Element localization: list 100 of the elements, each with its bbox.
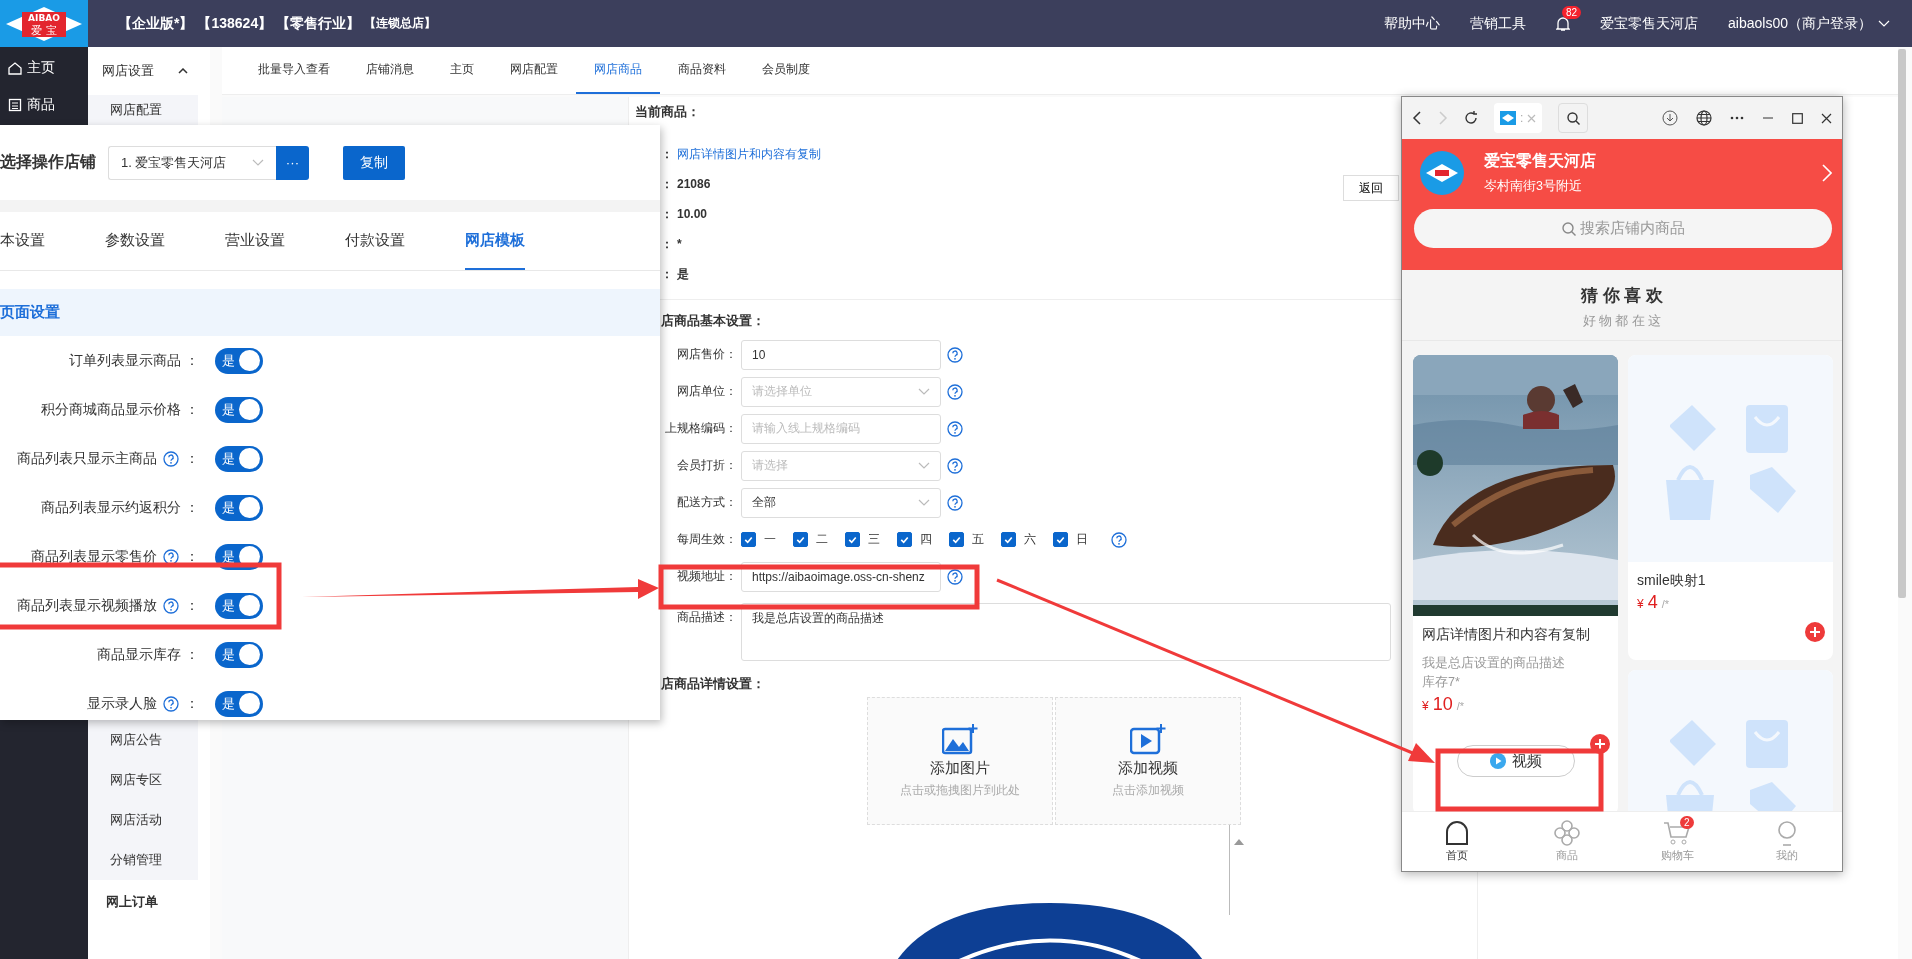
setting-label: 积分商城商品显示价格 [41, 400, 181, 419]
nav-item[interactable]: 分销管理 [88, 840, 198, 880]
section-subheading: 好 物 都 在 这 [1402, 313, 1842, 341]
page-tab[interactable]: 店铺消息 [348, 47, 432, 94]
header-tag: 【零售行业】 [276, 14, 361, 33]
colon: ： [185, 645, 199, 664]
header-tag: 【企业版*】 [118, 14, 194, 33]
toggle-switch[interactable]: 是 [215, 347, 263, 374]
settings-tab[interactable]: 参数设置 [105, 212, 165, 270]
field-value: 21086 [677, 177, 711, 191]
logo-drawing: AIBAO 爱 宝 [0, 0, 88, 47]
header-link[interactable]: 营销工具 [1470, 14, 1527, 33]
nav-item[interactable]: 网店专区 [88, 760, 198, 800]
field-label: 视频地址： [676, 568, 738, 585]
setting-label: 显示录人脸 [87, 694, 157, 713]
toggle-switch[interactable]: 是 [215, 396, 263, 423]
field-label: 网店单位： [676, 383, 738, 400]
colon: ： [185, 449, 199, 468]
colon: ： [185, 694, 199, 713]
more-button[interactable]: ··· [276, 145, 309, 180]
tab-bar-item[interactable]: 首页 [1402, 812, 1512, 871]
nav-section[interactable]: 网上订单 [88, 880, 210, 924]
field-label: ： [661, 265, 673, 283]
page-tab[interactable]: 会员制度 [744, 47, 828, 94]
day-label: 六 [1024, 531, 1036, 548]
back-button[interactable]: 返回 [1343, 175, 1399, 201]
header-tag: 【138624】 [197, 14, 273, 33]
field-label: 配送方式： [676, 494, 738, 511]
toggle-switch[interactable]: 是 [215, 445, 263, 472]
day-label: 五 [972, 531, 984, 548]
field-value: 是 [677, 265, 689, 283]
store-name[interactable]: 爱宝零售天河店 [1600, 14, 1699, 33]
day-label: 一 [764, 531, 776, 548]
colon: ： [185, 547, 199, 566]
setting-label: 商品列表只显示主商品 [17, 449, 157, 468]
settings-tab[interactable]: 付款设置 [345, 212, 405, 270]
product-card[interactable]: smile映射1 ¥ 4 /* [1628, 355, 1833, 660]
field-label: 每周生效： [676, 531, 738, 548]
nav-item[interactable]: 主页 [0, 49, 88, 86]
section-title: 店商品基本设置： [661, 312, 765, 330]
store-select[interactable]: 1. 爱宝零售天河店 [108, 145, 276, 180]
field-label: ： [661, 235, 673, 253]
setting-label: 订单列表显示商品 [69, 351, 181, 370]
field-label: ： [661, 145, 673, 163]
text-area[interactable]: 我是总店设置的商品描述 [741, 603, 1391, 661]
store-name: 爱宝零售天河店 [1484, 151, 1596, 171]
setting-label: 商品显示库存 [97, 645, 181, 664]
notification-badge: 82 [1562, 5, 1582, 19]
tab-bar-item[interactable]: 购物车 2 [1622, 812, 1732, 871]
header-tag: 【连锁总店】 [364, 15, 437, 32]
page-tab[interactable]: 商品资料 [660, 47, 744, 94]
field-label: 商品描述： [676, 609, 738, 626]
section-heading: 猜 你 喜 欢 [1579, 285, 1665, 307]
section-title: 店商品详情设置： [661, 675, 765, 693]
account-menu[interactable]: aibaols00（商户登录） [1728, 14, 1872, 33]
toggle-switch[interactable]: 是 [215, 641, 263, 668]
input-field[interactable]: 10 [741, 339, 941, 370]
field-label: 会员打折： [676, 457, 738, 474]
day-label: 三 [868, 531, 880, 548]
nav-section[interactable]: 网店设置 [102, 62, 154, 80]
upload-area[interactable]: 添加视频 点击添加视频 [1055, 697, 1241, 825]
setting-label: 商品列表显示零售价 [31, 547, 157, 566]
day-label: 日 [1076, 531, 1088, 548]
colon: ： [185, 351, 199, 370]
toggle-switch[interactable]: 是 [215, 690, 263, 717]
toggle-switch[interactable]: 是 [215, 592, 263, 619]
colon: ： [185, 498, 199, 517]
field-label: 网店售价： [676, 346, 738, 363]
page-tab[interactable]: 网店配置 [492, 47, 576, 94]
upload-area[interactable]: 添加图片 点击或拖拽图片到此处 [867, 697, 1053, 825]
section-title: 页面设置 [0, 303, 60, 322]
select-field[interactable]: 全部 [741, 487, 941, 518]
toggle-switch[interactable]: 是 [215, 494, 263, 521]
nav-item[interactable]: 网店活动 [88, 800, 198, 840]
day-label: 四 [920, 531, 932, 548]
product-link[interactable]: 网店详情图片和内容有复制 [677, 145, 821, 163]
day-label: 二 [816, 531, 828, 548]
colon: ： [185, 400, 199, 419]
setting-label: 商品列表显示约返积分 [41, 498, 181, 517]
field-label: 上规格编码： [664, 420, 738, 437]
nav-item[interactable]: 网店公告 [88, 720, 198, 760]
page-tab[interactable]: 主页 [432, 47, 492, 94]
settings-tab[interactable]: 营业设置 [225, 212, 285, 270]
copy-button[interactable]: 复制 [343, 145, 405, 180]
cart-badge: 2 [1680, 816, 1694, 829]
settings-tab[interactable]: 本设置 [0, 212, 45, 270]
page-tab[interactable]: 网店商品 [576, 47, 660, 94]
section-title: 当前商品： [635, 103, 700, 121]
field-value: 10.00 [677, 207, 708, 221]
field-label: ： [661, 175, 673, 193]
nav-item[interactable]: 网店配置 [88, 95, 198, 125]
store-address: 岑村南街3号附近 [1484, 178, 1583, 195]
header-link[interactable]: 帮助中心 [1384, 14, 1441, 33]
field-label: ： [661, 205, 673, 223]
field-value: * [677, 237, 682, 251]
settings-tab[interactable]: 网店模板 [465, 212, 525, 270]
page-tab[interactable]: 批量导入查看 [240, 47, 348, 94]
nav-item[interactable]: 商品 [0, 86, 88, 123]
colon: ： [185, 596, 199, 615]
product-card[interactable]: 网店详情图片和内容有复制 我是总店设置的商品描述 库存7* ¥ 10 /* 视频 [1413, 355, 1618, 811]
